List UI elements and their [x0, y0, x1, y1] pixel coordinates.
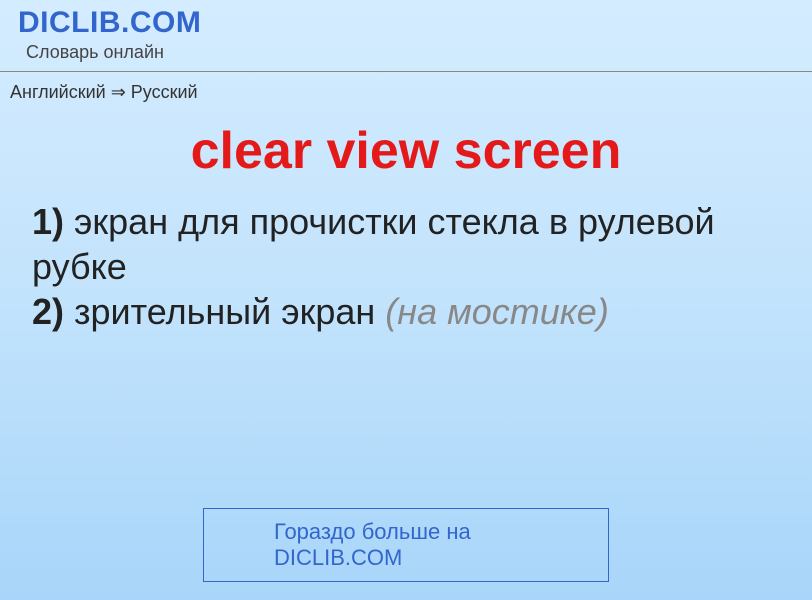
breadcrumb-text: Английский ⇒ Русский — [10, 82, 198, 102]
tagline: Словарь онлайн — [26, 42, 812, 63]
definition-note: (на мостике) — [385, 291, 609, 332]
definition-item: 2) зрительный экран (на мостике) — [32, 289, 780, 334]
site-title[interactable]: DICLIB.COM — [18, 6, 812, 40]
definition-number: 2) — [32, 291, 64, 332]
definition-text: зрительный экран — [74, 291, 375, 332]
definitions: 1) экран для прочистки стекла в рулевой … — [16, 199, 796, 334]
entry-term: clear view screen — [16, 121, 796, 181]
footer-link-box[interactable]: Гораздо больше на DICLIB.COM — [203, 508, 609, 582]
definition-item: 1) экран для прочистки стекла в рулевой … — [32, 199, 780, 289]
breadcrumb: Английский ⇒ Русский — [0, 72, 812, 103]
header: DICLIB.COM Словарь онлайн — [0, 0, 812, 63]
footer-link[interactable]: Гораздо больше на DICLIB.COM — [274, 519, 471, 570]
main-content: clear view screen 1) экран для прочистки… — [0, 121, 812, 334]
definition-number: 1) — [32, 201, 64, 242]
definition-text: экран для прочистки стекла в рулевой руб… — [32, 201, 715, 287]
